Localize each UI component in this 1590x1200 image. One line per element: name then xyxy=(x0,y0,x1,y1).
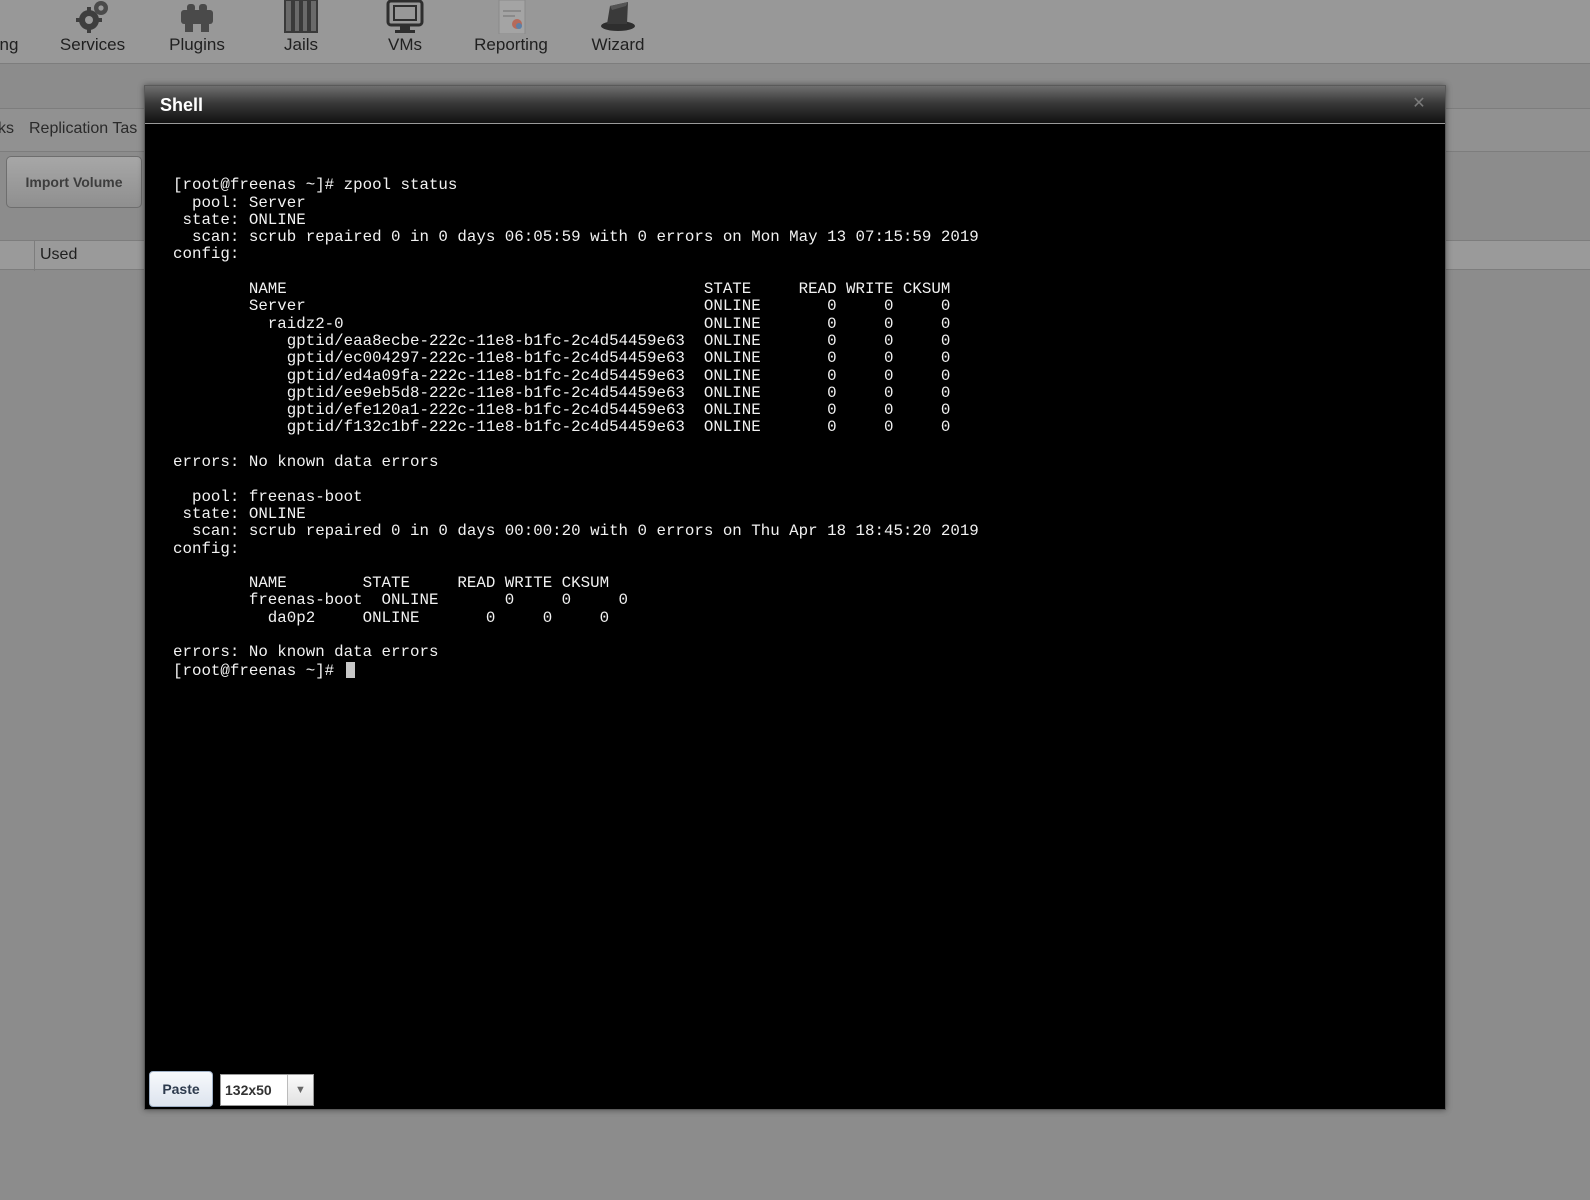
terminal-line: gptid/ed4a09fa-222c-11e8-b1fc-2c4d54459e… xyxy=(173,366,951,385)
terminal-line: state: ONLINE xyxy=(173,504,306,523)
shell-title: Shell xyxy=(160,95,204,115)
shell-titlebar[interactable]: Shell ✕ xyxy=(145,86,1445,124)
nav-item-label: Jails xyxy=(283,35,318,54)
gear-partial-icon xyxy=(0,0,6,34)
terminal-line: gptid/ee9eb5d8-222c-11e8-b1fc-2c4d54459e… xyxy=(173,383,951,402)
terminal-line: scan: scrub repaired 0 in 0 days 00:00:2… xyxy=(173,522,979,541)
wizard-hat-icon xyxy=(601,2,635,31)
nav-item-label: Wizard xyxy=(591,35,645,54)
subtab-tasks[interactable]: ks xyxy=(0,120,14,138)
terminal-line: gptid/ec004297-222c-11e8-b1fc-2c4d54459e… xyxy=(173,349,951,368)
nav-item-vms[interactable]: VMs xyxy=(380,0,430,60)
terminal-cursor xyxy=(345,661,355,678)
terminal-output[interactable]: [root@freenas ~]# zpool status pool: Ser… xyxy=(173,160,1425,1029)
terminal-line: raidz2-0 ONLINE 0 0 0 xyxy=(173,314,951,333)
terminal-prompt: [root@freenas ~]# xyxy=(173,661,344,680)
nav-item-label: ng xyxy=(0,35,19,54)
terminal-line: pool: Server xyxy=(173,193,306,212)
nav-item-jails[interactable]: Jails xyxy=(276,0,326,60)
column-separator xyxy=(34,241,35,271)
import-volume-button[interactable]: Import Volume xyxy=(6,156,142,208)
terminal-size-select[interactable]: 132x50 ▼ xyxy=(220,1074,314,1106)
terminal-line: gptid/f132c1bf-222c-11e8-b1fc-2c4d54459e… xyxy=(173,418,951,437)
terminal-line: freenas-boot ONLINE 0 0 0 xyxy=(173,591,629,610)
nav-item-label: Services xyxy=(59,35,126,54)
terminal-line: [root@freenas ~]# zpool status xyxy=(173,176,458,195)
subtab-replication-tasks[interactable]: Replication Tas xyxy=(29,120,137,138)
nav-item-reporting[interactable]: Reporting xyxy=(470,0,552,60)
nav-item-label: Reporting xyxy=(474,35,548,54)
terminal-line: gptid/eaa8ecbe-222c-11e8-b1fc-2c4d54459e… xyxy=(173,331,951,350)
terminal-line: gptid/efe120a1-222c-11e8-b1fc-2c4d54459e… xyxy=(173,401,951,420)
gears-icon xyxy=(75,1,108,33)
column-header-used[interactable]: Used xyxy=(40,246,77,264)
close-icon[interactable]: ✕ xyxy=(1411,96,1427,112)
jail-bars-icon xyxy=(284,0,318,33)
nav-item-label: Plugins xyxy=(169,35,225,54)
nav-item-plugins[interactable]: Plugins xyxy=(162,0,232,60)
terminal-line: NAME STATE READ WRITE CKSUM xyxy=(173,280,951,299)
nav-item-wizard[interactable]: Wizard xyxy=(588,0,648,60)
terminal-line: Server ONLINE 0 0 0 xyxy=(173,297,951,316)
monitor-icon xyxy=(386,0,424,33)
terminal-prompt-line: [root@freenas ~]# xyxy=(173,661,1425,680)
top-navigation: ng Services Plugins Jails VMs Reporting … xyxy=(0,0,1590,64)
nav-item-services[interactable]: Services xyxy=(55,0,130,60)
terminal-line: config: xyxy=(173,539,240,558)
terminal-line: errors: No known data errors xyxy=(173,643,439,662)
terminal-line: state: ONLINE xyxy=(173,210,306,229)
terminal-line: da0p2 ONLINE 0 0 0 xyxy=(173,608,610,627)
terminal-line: pool: freenas-boot xyxy=(173,487,363,506)
terminal-line: errors: No known data errors xyxy=(173,453,439,472)
terminal-size-value: 132x50 xyxy=(225,1082,272,1098)
nav-item-partial[interactable]: ng xyxy=(0,0,24,60)
report-icon xyxy=(498,0,526,34)
nav-item-label: VMs xyxy=(388,35,422,54)
paste-button[interactable]: Paste xyxy=(149,1071,213,1107)
terminal-line: NAME STATE READ WRITE CKSUM xyxy=(173,574,610,593)
puzzle-icon xyxy=(181,4,213,32)
terminal-line: config: xyxy=(173,245,240,264)
chevron-down-icon[interactable]: ▼ xyxy=(287,1075,313,1105)
shell-dialog: Shell ✕ [root@freenas ~]# zpool status p… xyxy=(144,85,1446,1110)
terminal-line: scan: scrub repaired 0 in 0 days 06:05:5… xyxy=(173,228,979,247)
